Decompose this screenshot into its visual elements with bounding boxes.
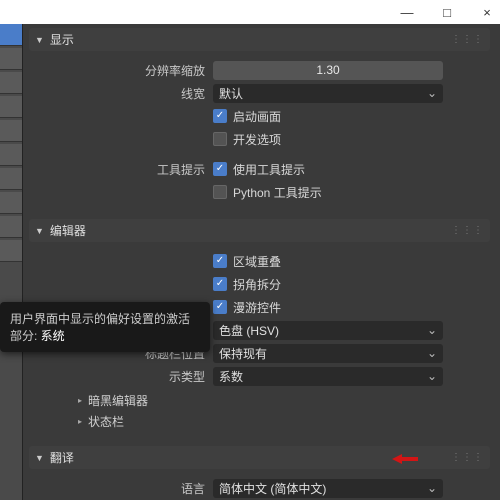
tooltip-label: 工具提示 [33, 161, 213, 178]
sidebar-tab-active[interactable] [0, 24, 22, 46]
panel-header-display[interactable]: ▼ 显示 ⋮⋮⋮ [29, 28, 490, 51]
maximize-button[interactable]: □ [440, 5, 454, 20]
panel-translate: ▼ 翻译 ⋮⋮⋮ 语言 简体中文 (简体中文) 影响 ✓ 工具提示 [29, 446, 490, 500]
minimize-button[interactable]: — [400, 5, 414, 20]
annotation-arrow-icon [392, 452, 418, 466]
sidebar-tab[interactable] [0, 192, 22, 214]
window-titlebar: — □ × [0, 0, 500, 24]
resolution-scale-label: 分辨率缩放 [33, 62, 213, 79]
check-icon [213, 185, 227, 199]
factor-dropdown[interactable]: 系数 [213, 367, 443, 386]
tooltip-popup: 用户界面中显示的偏好设置的激活部分: 系统 [0, 302, 210, 352]
drag-grip-icon[interactable]: ⋮⋮⋮ [451, 34, 484, 45]
check-icon: ✓ [213, 162, 227, 176]
check-icon: ✓ [213, 277, 227, 291]
check-icon: ✓ [213, 254, 227, 268]
region-overlap-checkbox[interactable]: ✓ 区域重叠 [213, 253, 486, 270]
triangle-right-icon: ▸ [78, 417, 82, 426]
sidebar-tab[interactable] [0, 120, 22, 142]
use-tooltip-checkbox[interactable]: ✓ 使用工具提示 [213, 161, 486, 178]
sidebar-tab[interactable] [0, 240, 22, 262]
sidebar-tab[interactable] [0, 72, 22, 94]
close-button[interactable]: × [480, 5, 494, 20]
drag-grip-icon[interactable]: ⋮⋮⋮ [451, 452, 484, 463]
drag-grip-icon[interactable]: ⋮⋮⋮ [451, 225, 484, 236]
panel-title: 翻译 [50, 449, 451, 466]
panel-header-editor[interactable]: ▼ 编辑器 ⋮⋮⋮ [29, 219, 490, 242]
corner-split-checkbox[interactable]: ✓ 拐角拆分 [213, 276, 486, 293]
sidebar-tab[interactable] [0, 216, 22, 238]
sub-item[interactable]: ▸ 状态栏 [78, 411, 486, 432]
sidebar-tab[interactable] [0, 168, 22, 190]
picker-type-dropdown[interactable]: 色盘 (HSV) [213, 321, 443, 340]
python-tooltip-checkbox[interactable]: Python 工具提示 [213, 184, 486, 201]
triangle-down-icon: ▼ [35, 35, 44, 45]
sidebar-tab[interactable] [0, 96, 22, 118]
sidebar-tabs [0, 24, 23, 500]
sub-item[interactable]: ▸ 暗黑编辑器 [78, 390, 486, 411]
splash-checkbox[interactable]: ✓ 启动画面 [213, 108, 486, 125]
panel-title: 编辑器 [50, 222, 451, 239]
linewidth-label: 线宽 [33, 85, 213, 102]
triangle-right-icon: ▸ [78, 396, 82, 405]
check-icon [213, 132, 227, 146]
triangle-down-icon: ▼ [35, 226, 44, 236]
panel-display: ▼ 显示 ⋮⋮⋮ 分辨率缩放 1.30 线宽 默认 ✓ 启动画面 [29, 28, 490, 215]
language-label: 语言 [33, 480, 213, 497]
language-dropdown[interactable]: 简体中文 (简体中文) [213, 479, 443, 498]
factor-label: 示类型 [33, 368, 213, 385]
panel-header-translate[interactable]: ▼ 翻译 ⋮⋮⋮ [29, 446, 490, 469]
headerpos-dropdown[interactable]: 保持现有 [213, 344, 443, 363]
check-icon: ✓ [213, 300, 227, 314]
triangle-down-icon: ▼ [35, 453, 44, 463]
sidebar-tab[interactable] [0, 144, 22, 166]
check-icon: ✓ [213, 109, 227, 123]
resolution-scale-field[interactable]: 1.30 [213, 61, 443, 80]
panel-title: 显示 [50, 31, 451, 48]
sidebar-tab[interactable] [0, 48, 22, 70]
navigate-widget-checkbox[interactable]: ✓ 漫游控件 [213, 299, 486, 316]
linewidth-dropdown[interactable]: 默认 [213, 84, 443, 103]
devopts-checkbox[interactable]: 开发选项 [213, 131, 486, 148]
